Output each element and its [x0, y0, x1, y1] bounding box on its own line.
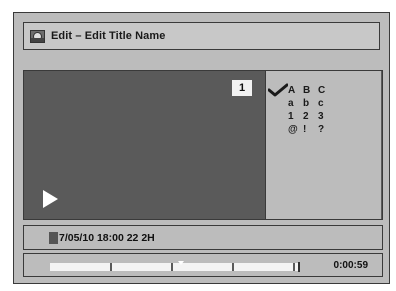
position-marker — [178, 261, 185, 265]
record-box-icon — [49, 231, 58, 244]
character-option[interactable]: A — [288, 86, 295, 96]
progress-end-mark — [298, 262, 300, 272]
character-option[interactable]: @ — [288, 125, 298, 135]
character-option[interactable]: ! — [303, 125, 306, 135]
screen-title: Edit – Edit Title Name — [51, 30, 166, 42]
segment-divider — [171, 263, 173, 271]
character-option[interactable]: ? — [318, 125, 324, 135]
character-option[interactable]: 1 — [288, 112, 294, 122]
character-set-panel: A B Ca b c 1 2 3 @!? — [266, 71, 381, 219]
title-number-badge: 1 — [232, 80, 252, 96]
segment-divider — [232, 263, 234, 271]
character-option[interactable]: B — [303, 86, 310, 96]
character-grid: A B Ca b c 1 2 3 @!? — [266, 71, 381, 219]
progress-bar — [50, 263, 298, 271]
recording-info: 7/05/10 18:00 22 2H — [59, 231, 155, 244]
video-preview: 1 — [24, 71, 266, 219]
main-panel: 1 A B Ca b c 1 2 3 @!? — [23, 70, 383, 220]
character-option[interactable]: b — [303, 99, 309, 109]
disc-edit-icon — [30, 29, 45, 43]
character-option[interactable]: 2 — [303, 112, 309, 122]
character-option[interactable]: a — [288, 99, 294, 109]
segment-divider — [293, 263, 295, 271]
edit-title-screen: Edit – Edit Title Name 1 A B Ca b c 1 2 3 @!? 7/… — [13, 12, 390, 284]
character-option[interactable]: 3 — [318, 112, 324, 122]
elapsed-time: 0:00:59 — [333, 260, 368, 271]
progress-area: 0:00:59 — [23, 253, 383, 277]
character-option[interactable]: C — [318, 86, 325, 96]
character-option[interactable]: c — [318, 99, 324, 109]
title-bar: Edit – Edit Title Name — [23, 22, 380, 50]
segment-divider — [110, 263, 112, 271]
play-icon — [43, 190, 58, 208]
recording-info-bar: 7/05/10 18:00 22 2H — [23, 225, 383, 250]
